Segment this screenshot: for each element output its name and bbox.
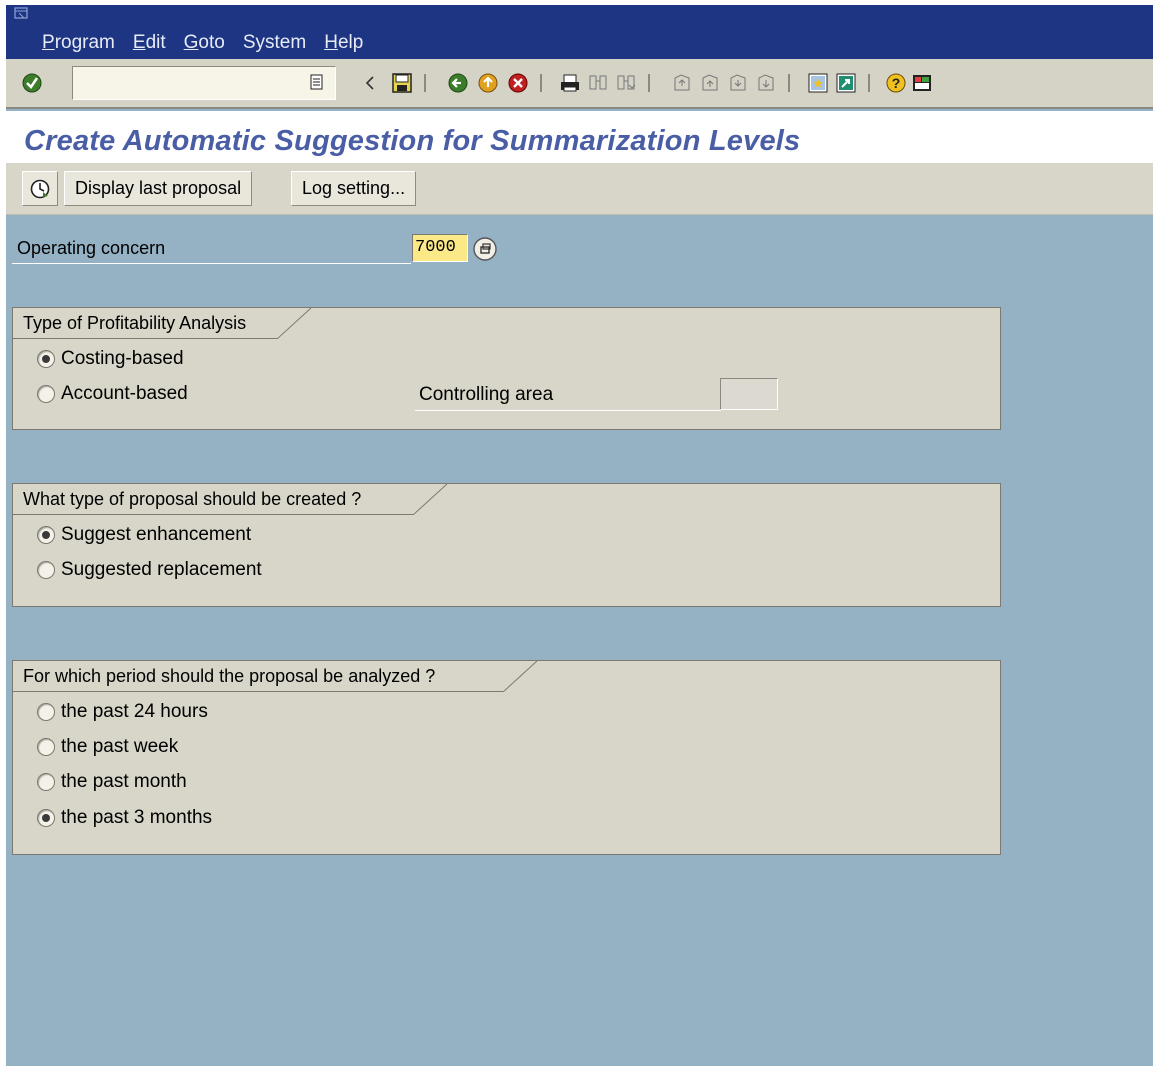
- menu-bar: Program Edit Goto System Help: [6, 5, 1153, 59]
- controlling-area-label: Controlling area: [419, 384, 554, 405]
- group-title-slant: [413, 484, 448, 515]
- command-dropdown-icon[interactable]: [308, 72, 326, 92]
- group-title: Type of Profitability Analysis: [13, 308, 277, 339]
- page-title: Create Automatic Suggestion for Summariz…: [24, 125, 801, 157]
- group-profitability-type: Type of Profitability Analysis Costing-b…: [12, 307, 1001, 430]
- radio-suggested-replacement[interactable]: Suggested replacement: [37, 559, 262, 581]
- system-menu-icon[interactable]: [14, 7, 28, 19]
- execute-button[interactable]: [22, 171, 58, 206]
- print-icon[interactable]: [558, 71, 582, 95]
- group-title-slant: [503, 661, 538, 692]
- group-title-slant: [277, 308, 312, 339]
- layout-menu-icon[interactable]: [910, 71, 934, 95]
- radio-button[interactable]: [37, 738, 55, 756]
- find-next-icon[interactable]: [614, 71, 638, 95]
- save-icon[interactable]: [390, 71, 414, 95]
- radio-button[interactable]: [37, 526, 55, 544]
- radio-button[interactable]: [37, 773, 55, 791]
- radio-past-month[interactable]: the past month: [37, 771, 187, 793]
- radio-past-week[interactable]: the past week: [37, 736, 178, 758]
- radio-button[interactable]: [37, 809, 55, 827]
- group-analysis-period: For which period should the proposal be …: [12, 660, 1001, 855]
- menu-program[interactable]: Program: [42, 32, 115, 54]
- back-icon[interactable]: [446, 71, 470, 95]
- menu-goto[interactable]: Goto: [184, 32, 225, 54]
- log-setting-button[interactable]: Log setting...: [291, 171, 417, 206]
- sap-window: Program Edit Goto System Help ? Create A…: [6, 5, 1153, 1066]
- application-toolbar: Display last proposal Log setting...: [6, 163, 1153, 215]
- label-underline: [12, 263, 411, 264]
- radio-suggest-enhancement[interactable]: Suggest enhancement: [37, 524, 251, 546]
- radio-button[interactable]: [37, 561, 55, 579]
- last-page-icon[interactable]: [754, 71, 778, 95]
- possible-entries-icon[interactable]: [472, 236, 498, 262]
- command-field[interactable]: [72, 66, 336, 100]
- group-proposal-type: What type of proposal should be created …: [12, 483, 1001, 607]
- shortcut-icon[interactable]: [834, 71, 858, 95]
- group-title: For which period should the proposal be …: [13, 661, 503, 692]
- radio-button[interactable]: [37, 703, 55, 721]
- radio-past-24-hours[interactable]: the past 24 hours: [37, 701, 208, 723]
- operating-concern-input[interactable]: 7000: [412, 234, 468, 262]
- find-icon[interactable]: [586, 71, 610, 95]
- radio-costing-based[interactable]: Costing-based: [37, 348, 184, 370]
- previous-page-icon[interactable]: [698, 71, 722, 95]
- menu-help[interactable]: Help: [324, 32, 363, 54]
- next-page-icon[interactable]: [726, 71, 750, 95]
- cancel-icon[interactable]: [506, 71, 530, 95]
- title-bar: Create Automatic Suggestion for Summariz…: [6, 111, 1153, 163]
- display-last-proposal-button[interactable]: Display last proposal: [64, 171, 253, 206]
- radio-account-based[interactable]: Account-based: [37, 383, 188, 405]
- menu-edit[interactable]: Edit: [133, 32, 166, 54]
- radio-button[interactable]: [37, 350, 55, 368]
- execute-icon: [30, 179, 50, 198]
- svg-text:?: ?: [892, 75, 901, 91]
- operating-concern-label: Operating concern: [17, 238, 166, 258]
- enter-icon[interactable]: [20, 71, 44, 95]
- exit-icon[interactable]: [476, 71, 500, 95]
- menu-system[interactable]: System: [243, 32, 306, 54]
- first-page-icon[interactable]: [670, 71, 694, 95]
- label-underline: [415, 410, 721, 411]
- menu-items: Program Edit Goto System Help: [42, 32, 381, 54]
- create-session-icon[interactable]: [806, 71, 830, 95]
- group-title: What type of proposal should be created …: [13, 484, 413, 515]
- help-icon[interactable]: ?: [884, 71, 908, 95]
- radio-button[interactable]: [37, 385, 55, 403]
- controlling-area-input[interactable]: [720, 378, 778, 410]
- back-arrow-icon[interactable]: [358, 71, 382, 95]
- standard-toolbar: ?: [6, 59, 1153, 109]
- radio-past-3-months[interactable]: the past 3 months: [37, 807, 212, 829]
